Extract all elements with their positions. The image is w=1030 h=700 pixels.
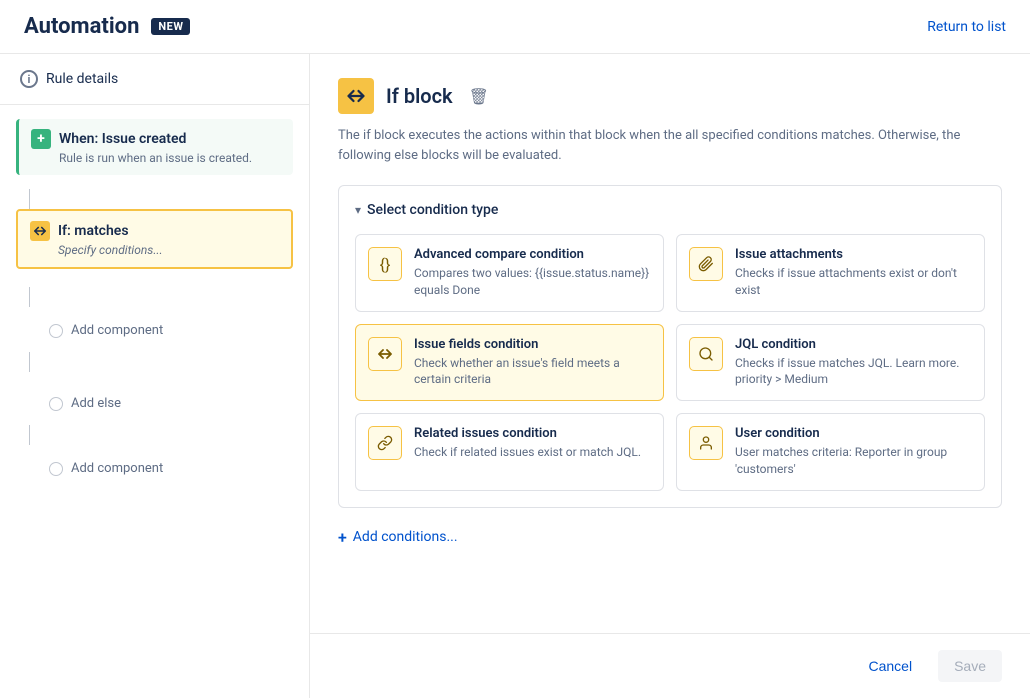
condition-card-issue-fields[interactable]: Issue fields condition Check whether an … [355, 324, 664, 402]
add-conditions-label: Add conditions... [353, 529, 458, 545]
trigger-subtitle: Rule is run when an issue is created. [31, 151, 281, 165]
if-block-subtitle: Specify conditions... [30, 243, 279, 257]
connector-line-2 [29, 287, 30, 307]
jql-desc: Checks if issue matches JQL. Learn more.… [735, 355, 972, 389]
plus-icon: + [338, 528, 347, 547]
user-condition-title: User condition [735, 426, 972, 441]
condition-card-content-attachments: Issue attachments Checks if issue attach… [735, 247, 972, 299]
add-circle-icon-3 [49, 462, 63, 476]
issue-attachments-desc: Checks if issue attachments exist or don… [735, 265, 972, 299]
condition-card-content-issue-fields: Issue fields condition Check whether an … [414, 337, 651, 389]
condition-card-user[interactable]: User condition User matches criteria: Re… [676, 413, 985, 491]
condition-card-advanced-compare[interactable]: {} Advanced compare condition Compares t… [355, 234, 664, 312]
content-area: If block 🗑 The if block executes the act… [310, 54, 1030, 698]
block-icon-box [338, 78, 374, 114]
add-component-button-1[interactable]: Add component [49, 323, 309, 338]
add-circle-icon-1 [49, 324, 63, 338]
condition-selector-label: Select condition type [367, 202, 498, 218]
add-else-button[interactable]: Add else [49, 396, 309, 411]
condition-card-content-jql: JQL condition Checks if issue matches JQ… [735, 337, 972, 389]
sidebar-item-rule-details[interactable]: i Rule details [0, 54, 309, 105]
trigger-plus-icon: + [31, 129, 51, 149]
issue-fields-desc: Check whether an issue's field meets a c… [414, 355, 651, 389]
add-component-label-2: Add component [71, 461, 163, 476]
condition-card-content-related-issues: Related issues condition Check if relate… [414, 426, 651, 461]
connector-line-3 [29, 352, 30, 372]
condition-selector: ▾ Select condition type {} Advanced comp… [338, 185, 1002, 508]
user-condition-desc: User matches criteria: Reporter in group… [735, 444, 972, 478]
block-title: If block [386, 84, 453, 108]
trigger-header: + When: Issue created [31, 129, 281, 149]
related-issues-icon [368, 426, 402, 460]
conditions-grid: {} Advanced compare condition Compares t… [355, 234, 985, 491]
advanced-compare-title: Advanced compare condition [414, 247, 651, 262]
cancel-button[interactable]: Cancel [852, 650, 928, 682]
footer: Cancel Save [310, 633, 1030, 698]
advanced-compare-icon: {} [368, 247, 402, 281]
if-header: If: matches [30, 221, 279, 241]
condition-card-jql[interactable]: JQL condition Checks if issue matches JQ… [676, 324, 985, 402]
trigger-title: When: Issue created [59, 131, 186, 147]
related-issues-title: Related issues condition [414, 426, 651, 441]
add-component-button-2[interactable]: Add component [49, 461, 309, 476]
related-issues-desc: Check if related issues exist or match J… [414, 444, 651, 461]
add-conditions-button[interactable]: + Add conditions... [338, 528, 1002, 547]
return-to-list-link[interactable]: Return to list [927, 19, 1006, 35]
chevron-down-icon: ▾ [355, 203, 361, 217]
app-title: Automation [24, 14, 139, 39]
if-icon [30, 221, 50, 241]
sidebar-if-block[interactable]: If: matches Specify conditions... [16, 209, 293, 269]
header: Automation NEW Return to list [0, 0, 1030, 54]
condition-card-content-advanced-compare: Advanced compare condition Compares two … [414, 247, 651, 299]
info-icon: i [20, 70, 38, 88]
add-circle-icon-2 [49, 397, 63, 411]
if-block-title: If: matches [58, 223, 129, 239]
condition-card-issue-attachments[interactable]: Issue attachments Checks if issue attach… [676, 234, 985, 312]
user-condition-icon [689, 426, 723, 460]
connector-line-4 [29, 425, 30, 445]
header-left: Automation NEW [24, 14, 190, 39]
save-button[interactable]: Save [938, 650, 1002, 682]
condition-card-content-user: User condition User matches criteria: Re… [735, 426, 972, 478]
trash-icon[interactable]: 🗑 [469, 87, 489, 106]
rule-details-label: Rule details [46, 71, 118, 87]
issue-attachments-title: Issue attachments [735, 247, 972, 262]
add-else-label: Add else [71, 396, 121, 411]
issue-attachments-icon [689, 247, 723, 281]
block-description: The if block executes the actions within… [338, 126, 978, 165]
main-layout: i Rule details + When: Issue created Rul… [0, 54, 1030, 698]
jql-title: JQL condition [735, 337, 972, 352]
connector-line [29, 189, 30, 209]
issue-fields-icon [368, 337, 402, 371]
sidebar-trigger-block[interactable]: + When: Issue created Rule is run when a… [16, 119, 293, 175]
jql-icon [689, 337, 723, 371]
sidebar: i Rule details + When: Issue created Rul… [0, 54, 310, 698]
condition-selector-header[interactable]: ▾ Select condition type [355, 202, 985, 218]
new-badge: NEW [151, 18, 190, 35]
issue-fields-title: Issue fields condition [414, 337, 651, 352]
condition-card-related-issues[interactable]: Related issues condition Check if relate… [355, 413, 664, 491]
advanced-compare-desc: Compares two values: {{issue.status.name… [414, 265, 651, 299]
block-header: If block 🗑 [338, 78, 1002, 114]
add-component-label-1: Add component [71, 323, 163, 338]
